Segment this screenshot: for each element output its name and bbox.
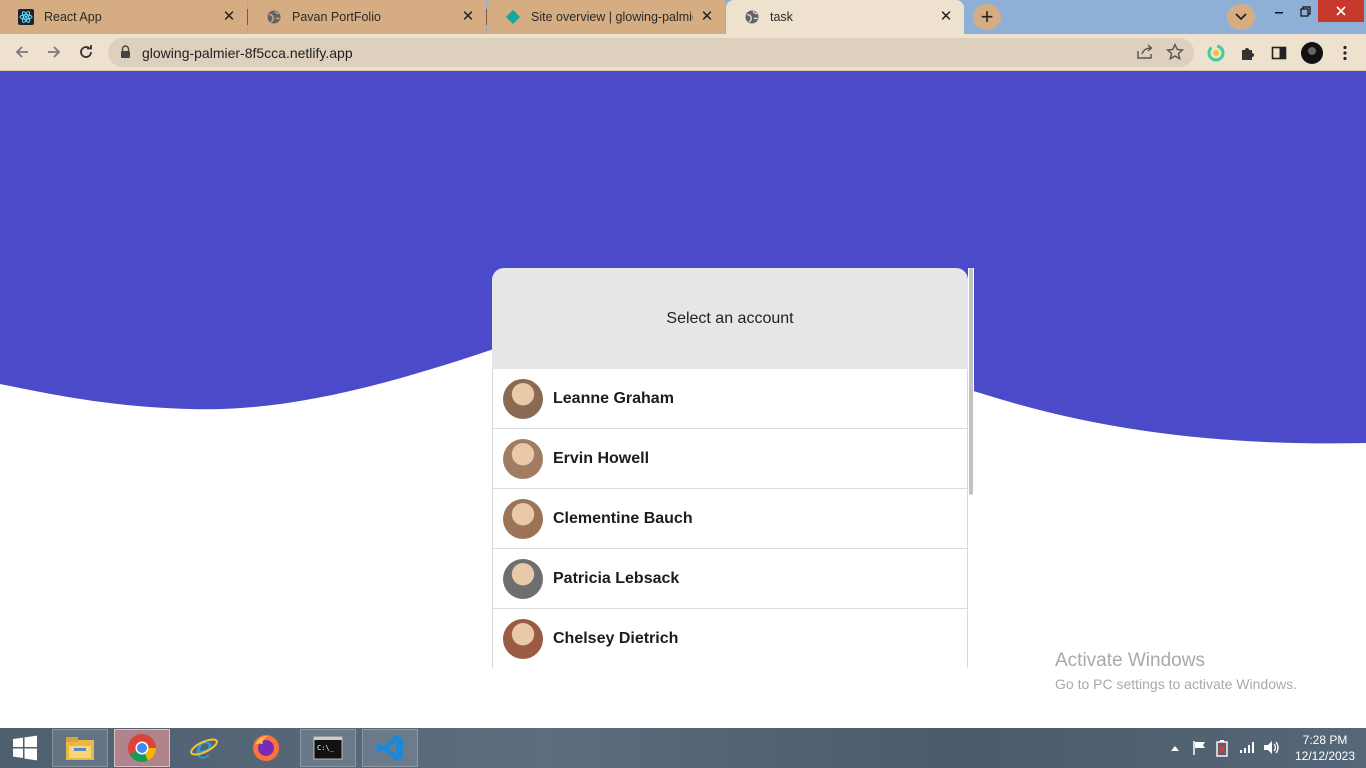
lock-icon <box>120 45 131 64</box>
avatar <box>503 618 543 659</box>
chrome-icon <box>128 734 156 762</box>
vscode-icon <box>376 735 403 761</box>
tab-close-icon[interactable]: ✕ <box>699 9 715 25</box>
taskbar-vscode[interactable] <box>362 729 418 767</box>
start-button[interactable] <box>0 729 50 767</box>
reload-icon <box>80 45 92 58</box>
account-name: Chelsey Dietrich <box>553 629 679 647</box>
taskbar-command-prompt[interactable]: C:\_ <box>300 729 356 767</box>
tab-react-app[interactable]: React App ✕ <box>0 0 247 34</box>
card-header: Select an account <box>492 268 968 369</box>
watermark-title: Activate Windows <box>1055 650 1205 671</box>
react-icon <box>18 9 34 25</box>
taskbar-firefox[interactable] <box>238 729 294 767</box>
taskbar-file-explorer[interactable] <box>52 729 108 767</box>
account-item[interactable]: Patricia Lebsack <box>493 549 967 609</box>
back-button[interactable] <box>10 40 34 64</box>
scrollbar-thumb[interactable] <box>969 268 973 495</box>
new-tab-button[interactable]: + <box>973 4 1001 30</box>
battery-icon[interactable] <box>1215 739 1229 760</box>
account-item[interactable]: Ervin Howell <box>493 429 967 489</box>
volume-icon[interactable] <box>1263 740 1281 758</box>
bookmark-star-icon[interactable] <box>1165 42 1185 66</box>
arrow-left-icon <box>15 46 28 58</box>
avatar <box>503 558 543 599</box>
firefox-icon <box>253 735 279 761</box>
forward-button[interactable] <box>42 40 66 64</box>
address-bar[interactable]: glowing-palmier-8f5cca.netlify.app <box>108 38 1194 67</box>
file-explorer-icon <box>66 737 94 760</box>
account-item[interactable]: Leanne Graham <box>493 369 967 429</box>
svg-text:C:\_: C:\_ <box>317 744 335 752</box>
account-selector-card: Select an account Leanne Graham Ervin Ho… <box>492 268 974 668</box>
show-hidden-icons[interactable] <box>1171 740 1179 754</box>
globe-icon <box>744 9 760 25</box>
restore-button[interactable] <box>1292 0 1318 22</box>
avatar <box>503 378 543 419</box>
tab-title: task <box>770 10 793 24</box>
taskbar-internet-explorer[interactable]: e <box>176 729 232 767</box>
tab-close-icon[interactable]: ✕ <box>221 9 237 25</box>
side-panel-icon[interactable] <box>1268 42 1290 64</box>
tab-task[interactable]: task ✕ <box>726 0 964 34</box>
clock-time: 7:28 PM <box>1302 733 1348 747</box>
command-prompt-icon: C:\_ <box>313 736 343 760</box>
tab-title: Pavan PortFolio <box>292 10 381 24</box>
netlify-icon <box>505 9 521 25</box>
clock-date: 12/12/2023 <box>1294 749 1356 763</box>
extension-circle-icon[interactable] <box>1205 42 1227 64</box>
globe-icon <box>266 9 282 25</box>
account-item[interactable]: Clementine Bauch <box>493 489 967 549</box>
url-text: glowing-palmier-8f5cca.netlify.app <box>142 45 353 61</box>
action-center-flag-icon[interactable] <box>1192 740 1208 758</box>
arrow-right-icon <box>48 46 61 58</box>
window-close-button[interactable] <box>1318 0 1364 22</box>
minimize-button[interactable] <box>1266 0 1292 22</box>
tab-close-icon[interactable]: ✕ <box>460 9 476 25</box>
profile-avatar[interactable] <box>1301 42 1323 64</box>
avatar <box>503 438 543 479</box>
reload-button[interactable] <box>74 40 98 64</box>
restore-icon <box>1299 5 1311 17</box>
taskbar-chrome[interactable] <box>114 729 170 767</box>
share-icon[interactable] <box>1137 44 1154 65</box>
network-signal-icon[interactable] <box>1239 740 1256 757</box>
tab-site-overview[interactable]: Site overview | glowing-palmier-8 ✕ <box>487 0 725 34</box>
tab-strip: React App ✕ Pavan PortFolio ✕ Site overv… <box>0 0 1366 34</box>
close-icon <box>1336 6 1346 16</box>
kebab-menu-icon[interactable] <box>1334 42 1356 64</box>
extensions-puzzle-icon[interactable] <box>1237 42 1259 64</box>
account-list[interactable]: Leanne Graham Ervin Howell Clementine Ba… <box>492 369 968 668</box>
account-item[interactable]: Chelsey Dietrich <box>493 609 967 668</box>
taskbar: e C:\_ 7:28 PM 12/12/2023 <box>0 728 1366 768</box>
tab-close-icon[interactable]: ✕ <box>938 9 954 25</box>
windows-logo-icon <box>13 735 37 761</box>
watermark-subtitle: Go to PC settings to activate Windows. <box>1055 676 1297 692</box>
internet-explorer-icon: e <box>190 733 218 763</box>
account-name: Clementine Bauch <box>553 509 693 527</box>
minimize-icon <box>1275 12 1283 14</box>
chevron-down-icon <box>1235 13 1247 21</box>
tab-title: Site overview | glowing-palmier-8 <box>531 10 693 24</box>
browser-toolbar: glowing-palmier-8f5cca.netlify.app <box>0 34 1366 71</box>
page-content: Select an account Leanne Graham Ervin Ho… <box>0 71 1366 728</box>
tab-pavan-portfolio[interactable]: Pavan PortFolio ✕ <box>248 0 486 34</box>
avatar <box>503 498 543 539</box>
list-scrollbar[interactable] <box>968 268 974 668</box>
svg-text:e: e <box>195 733 213 763</box>
account-name: Leanne Graham <box>553 389 674 407</box>
account-name: Ervin Howell <box>553 449 650 467</box>
tab-title: React App <box>44 10 102 24</box>
account-name: Patricia Lebsack <box>553 569 680 587</box>
tab-search-button[interactable] <box>1227 4 1255 30</box>
activate-windows-watermark: Activate Windows Go to PC settings to ac… <box>1055 650 1297 692</box>
taskbar-clock[interactable]: 7:28 PM 12/12/2023 <box>1290 732 1360 764</box>
